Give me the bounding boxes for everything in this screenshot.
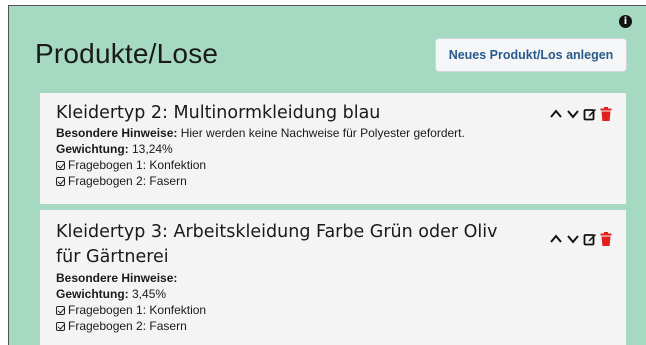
notes-label: Besondere Hinweise: xyxy=(56,126,178,140)
checkbox-checked-icon xyxy=(56,161,65,170)
chevron-up-icon[interactable] xyxy=(549,233,563,245)
trash-icon[interactable] xyxy=(600,232,612,246)
edit-icon[interactable] xyxy=(583,107,597,121)
questionnaire-item: Fragebogen 1: Konfektion xyxy=(56,157,610,173)
questionnaire-item: Fragebogen 2: Fasern xyxy=(56,318,610,334)
weight-row: Gewichtung: 13,24% xyxy=(56,141,610,157)
checkbox-checked-icon xyxy=(56,177,65,186)
card-actions xyxy=(549,232,612,246)
edit-icon[interactable] xyxy=(583,232,597,246)
checkbox-checked-icon xyxy=(56,322,65,331)
info-icon[interactable]: i xyxy=(619,15,632,28)
trash-icon[interactable] xyxy=(600,107,612,121)
notes-row: Besondere Hinweise: Hier werden keine Na… xyxy=(56,125,610,141)
product-card: Kleidertyp 2: Multinormkleidung blau Bes… xyxy=(40,93,626,204)
questionnaire-label: Fragebogen 1: Konfektion xyxy=(68,303,207,317)
notes-label: Besondere Hinweise: xyxy=(56,271,178,285)
chevron-up-icon[interactable] xyxy=(549,108,563,120)
weight-label: Gewichtung: xyxy=(56,142,129,156)
questionnaire-item: Fragebogen 1: Konfektion xyxy=(56,302,610,318)
notes-row: Besondere Hinweise: xyxy=(56,270,610,286)
product-title: Kleidertyp 2: Multinormkleidung blau xyxy=(56,103,381,123)
questionnaire-label: Fragebogen 2: Fasern xyxy=(68,319,187,333)
weight-label: Gewichtung: xyxy=(56,287,129,301)
questionnaire-item: Fragebogen 2: Fasern xyxy=(56,173,610,189)
notes-value: Hier werden keine Nachweise für Polyeste… xyxy=(177,126,465,140)
page-title: Produkte/Lose xyxy=(35,38,219,69)
weight-row: Gewichtung: 3,45% xyxy=(56,286,610,302)
questionnaire-label: Fragebogen 2: Fasern xyxy=(68,174,187,188)
questionnaire-label: Fragebogen 1: Konfektion xyxy=(68,158,207,172)
weight-value: 3,45% xyxy=(128,287,167,301)
weight-value: 13,24% xyxy=(128,142,173,156)
checkbox-checked-icon xyxy=(56,306,65,315)
chevron-down-icon[interactable] xyxy=(566,108,580,120)
card-actions xyxy=(549,107,612,121)
new-product-button[interactable]: Neues Produkt/Los anlegen xyxy=(435,38,627,72)
chevron-down-icon[interactable] xyxy=(566,233,580,245)
product-card: Kleidertyp 3: Arbeitskleidung Farbe Grün… xyxy=(40,210,626,345)
product-title: Kleidertyp 3: Arbeitskleidung Farbe Grün… xyxy=(56,222,498,267)
